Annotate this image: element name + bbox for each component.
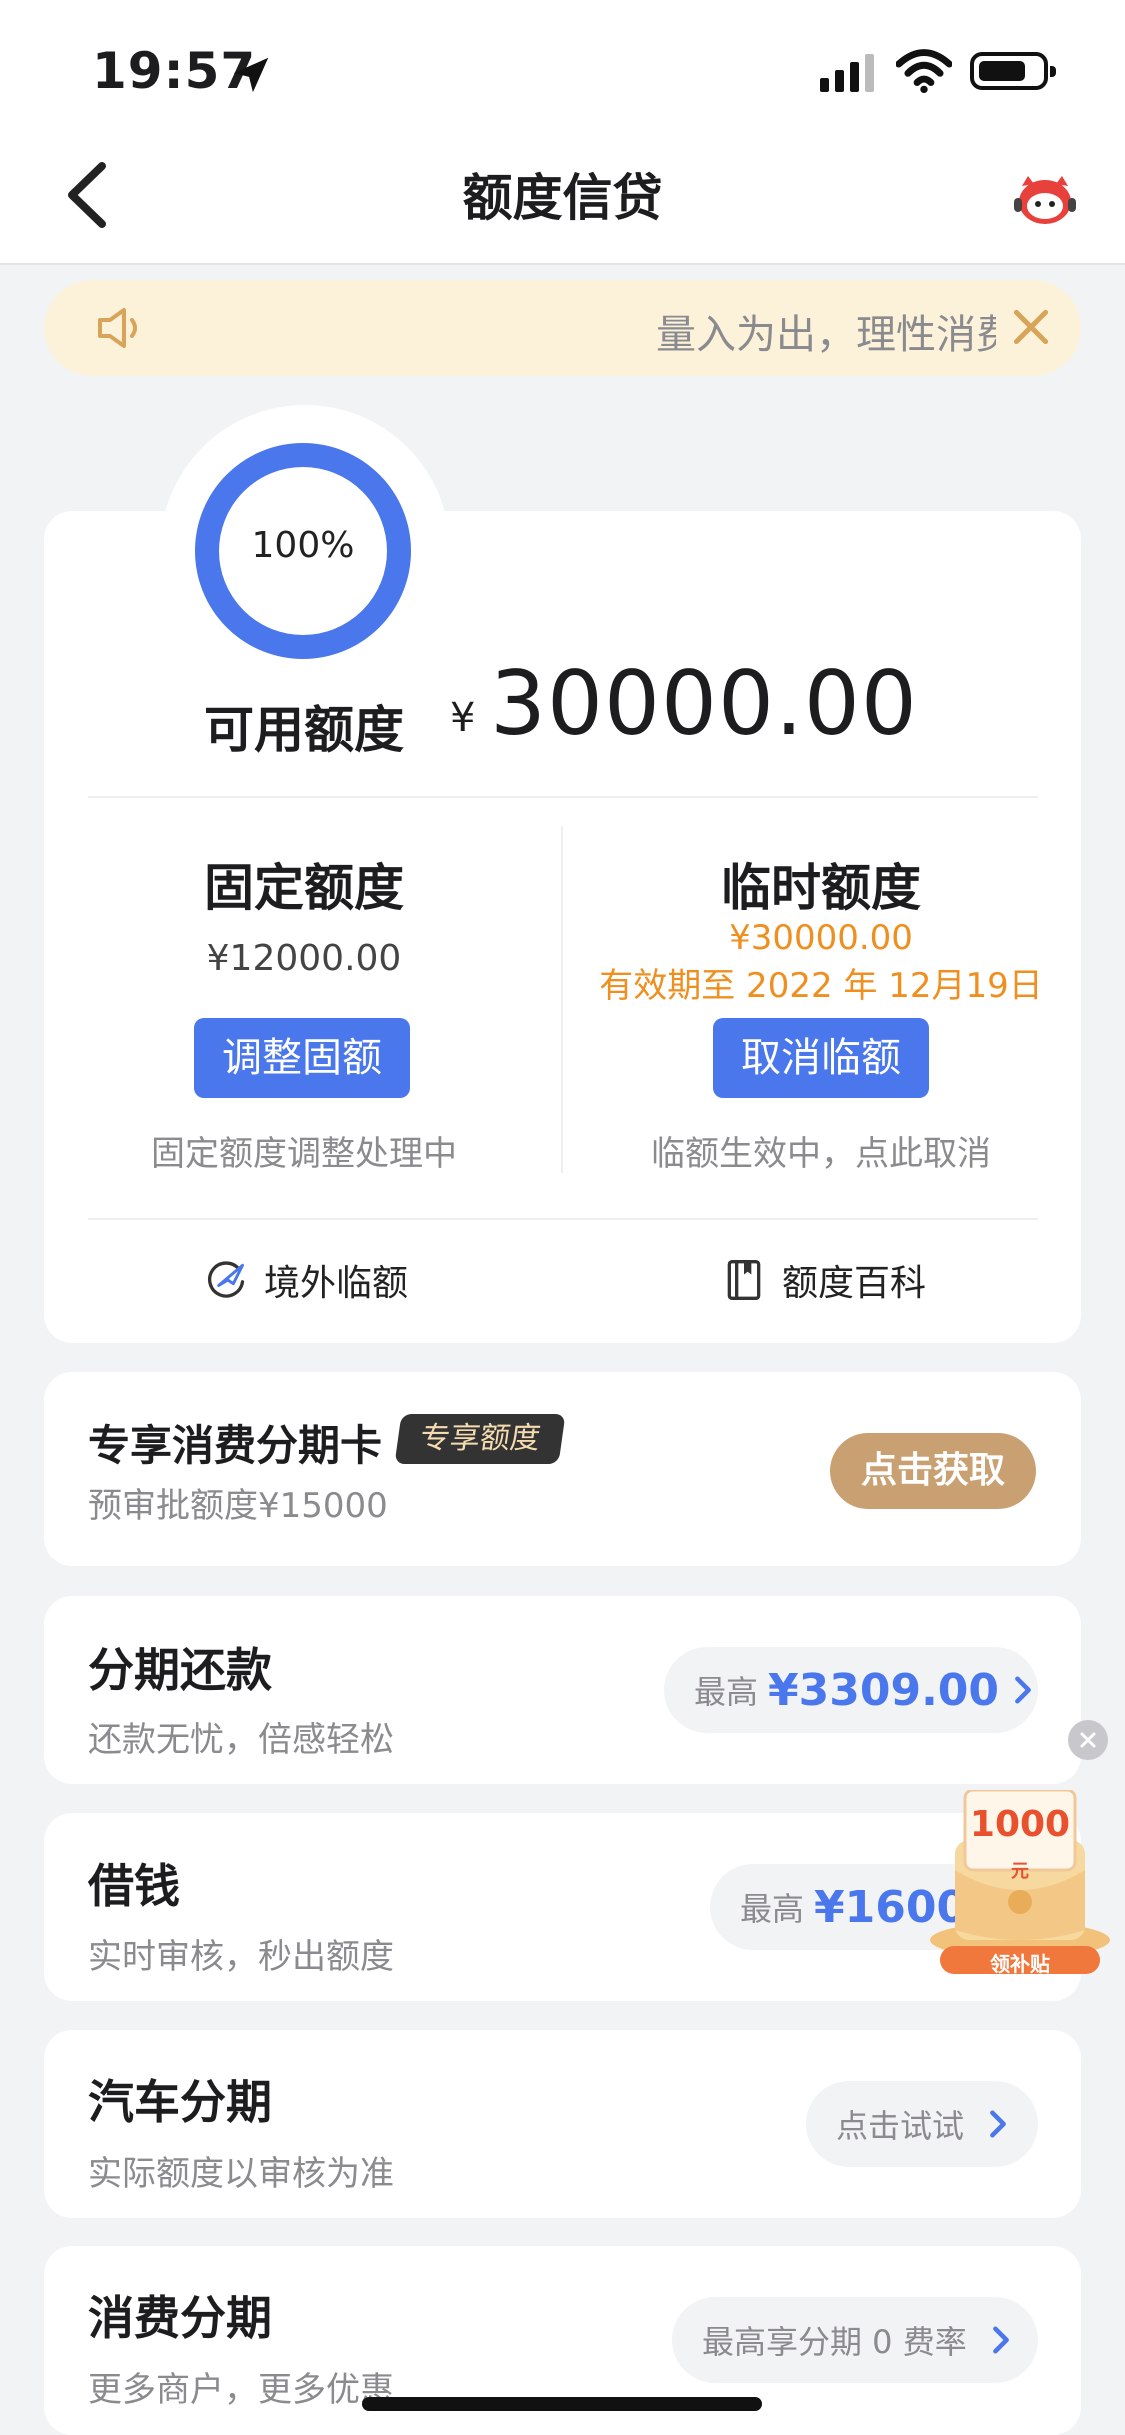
- subsidy-red-envelope[interactable]: 1000 元 领补贴: [920, 1790, 1120, 1976]
- close-icon: [1080, 1732, 1096, 1748]
- ring-percent-label: 100%: [251, 525, 355, 566]
- divider: [88, 796, 1038, 798]
- fixed-credit-note: 固定额度调整处理中: [151, 1134, 457, 1174]
- pill-label: 最高: [694, 1673, 759, 1711]
- floating-close-button[interactable]: [1068, 1720, 1108, 1760]
- product-pill[interactable]: 点击试试: [806, 2081, 1038, 2167]
- product-title: 分期还款: [88, 1643, 272, 1697]
- signal-icon: [820, 54, 874, 92]
- overseas-link-label: 境外临额: [264, 1263, 409, 1304]
- page-title: 额度信贷: [462, 169, 663, 227]
- credit-wiki-link[interactable]: 额度百科: [722, 1254, 926, 1306]
- speaker-icon: [98, 308, 137, 348]
- cancel-temporary-button[interactable]: 取消临额: [713, 1018, 929, 1098]
- get-card-button[interactable]: 点击获取: [830, 1433, 1036, 1509]
- product-subtitle: 还款无忧，倍感轻松: [88, 1720, 394, 1760]
- product-subtitle: 实时审核，秒出额度: [88, 1937, 394, 1977]
- wiki-link-label: 额度百科: [782, 1263, 927, 1304]
- subsidy-amount: 1000: [969, 1804, 1071, 1845]
- product-title: 汽车分期: [88, 2075, 272, 2129]
- chevron-right-icon: [1015, 1676, 1031, 1704]
- temporary-credit-title: 临时额度: [721, 859, 921, 917]
- promo-badge: 专享额度: [394, 1414, 566, 1464]
- pill-value: ¥3309.00: [768, 1664, 1000, 1716]
- divider: [88, 1218, 1038, 1220]
- temporary-credit-note[interactable]: 临额生效中，点此取消: [561, 1126, 1081, 1175]
- subsidy-label: 领补贴: [990, 1952, 1050, 1976]
- location-arrow-icon: [233, 57, 269, 93]
- temporary-credit-validity: 有效期至 2022 年 12月19日: [599, 966, 1043, 1006]
- pill-label: 最高: [740, 1890, 805, 1928]
- chevron-right-icon: [990, 2110, 1006, 2138]
- promo-title: 专享消费分期卡: [88, 1421, 383, 1470]
- product-pill[interactable]: 最高享分期 0 费率: [672, 2297, 1038, 2383]
- product-title: 消费分期: [88, 2291, 272, 2345]
- fixed-credit-amount: ¥12000.00: [206, 938, 402, 979]
- product-subtitle: 实际额度以审核为准: [88, 2154, 394, 2194]
- adjust-fixed-button[interactable]: 调整固额: [194, 1018, 410, 1098]
- wifi-icon: [896, 49, 952, 94]
- home-indicator[interactable]: [362, 2397, 762, 2411]
- book-icon: [727, 1260, 761, 1300]
- notice-banner[interactable]: 量入为出，理性消费: [44, 280, 1081, 376]
- product-subtitle: 更多商户，更多优惠: [88, 2370, 394, 2410]
- available-credit-label: 可用额度: [204, 701, 404, 759]
- product-pill[interactable]: 最高 ¥3309.00: [664, 1647, 1038, 1733]
- product-title: 借钱: [88, 1859, 180, 1913]
- plane-globe-icon: [208, 1261, 245, 1298]
- temporary-credit-amount: ¥30000.00: [729, 918, 913, 958]
- battery-icon: [970, 52, 1056, 90]
- currency-symbol: ¥: [450, 695, 476, 741]
- promo-subtitle: 预审批额度¥15000: [88, 1486, 388, 1526]
- notice-text: 量入为出，理性消费: [656, 312, 996, 358]
- available-credit-amount: 30000.00: [490, 652, 918, 755]
- subsidy-unit: 元: [1011, 1861, 1029, 1882]
- chevron-right-icon: [992, 2326, 1009, 2354]
- pill-label: 点击试试: [836, 2107, 965, 2145]
- mascot-assistant-icon[interactable]: [1010, 168, 1080, 230]
- close-icon[interactable]: [1006, 302, 1056, 352]
- fixed-credit-title: 固定额度: [204, 859, 404, 917]
- overseas-temp-credit-link[interactable]: 境外临额: [204, 1254, 408, 1306]
- pill-label: 最高享分期 0 费率: [702, 2323, 967, 2361]
